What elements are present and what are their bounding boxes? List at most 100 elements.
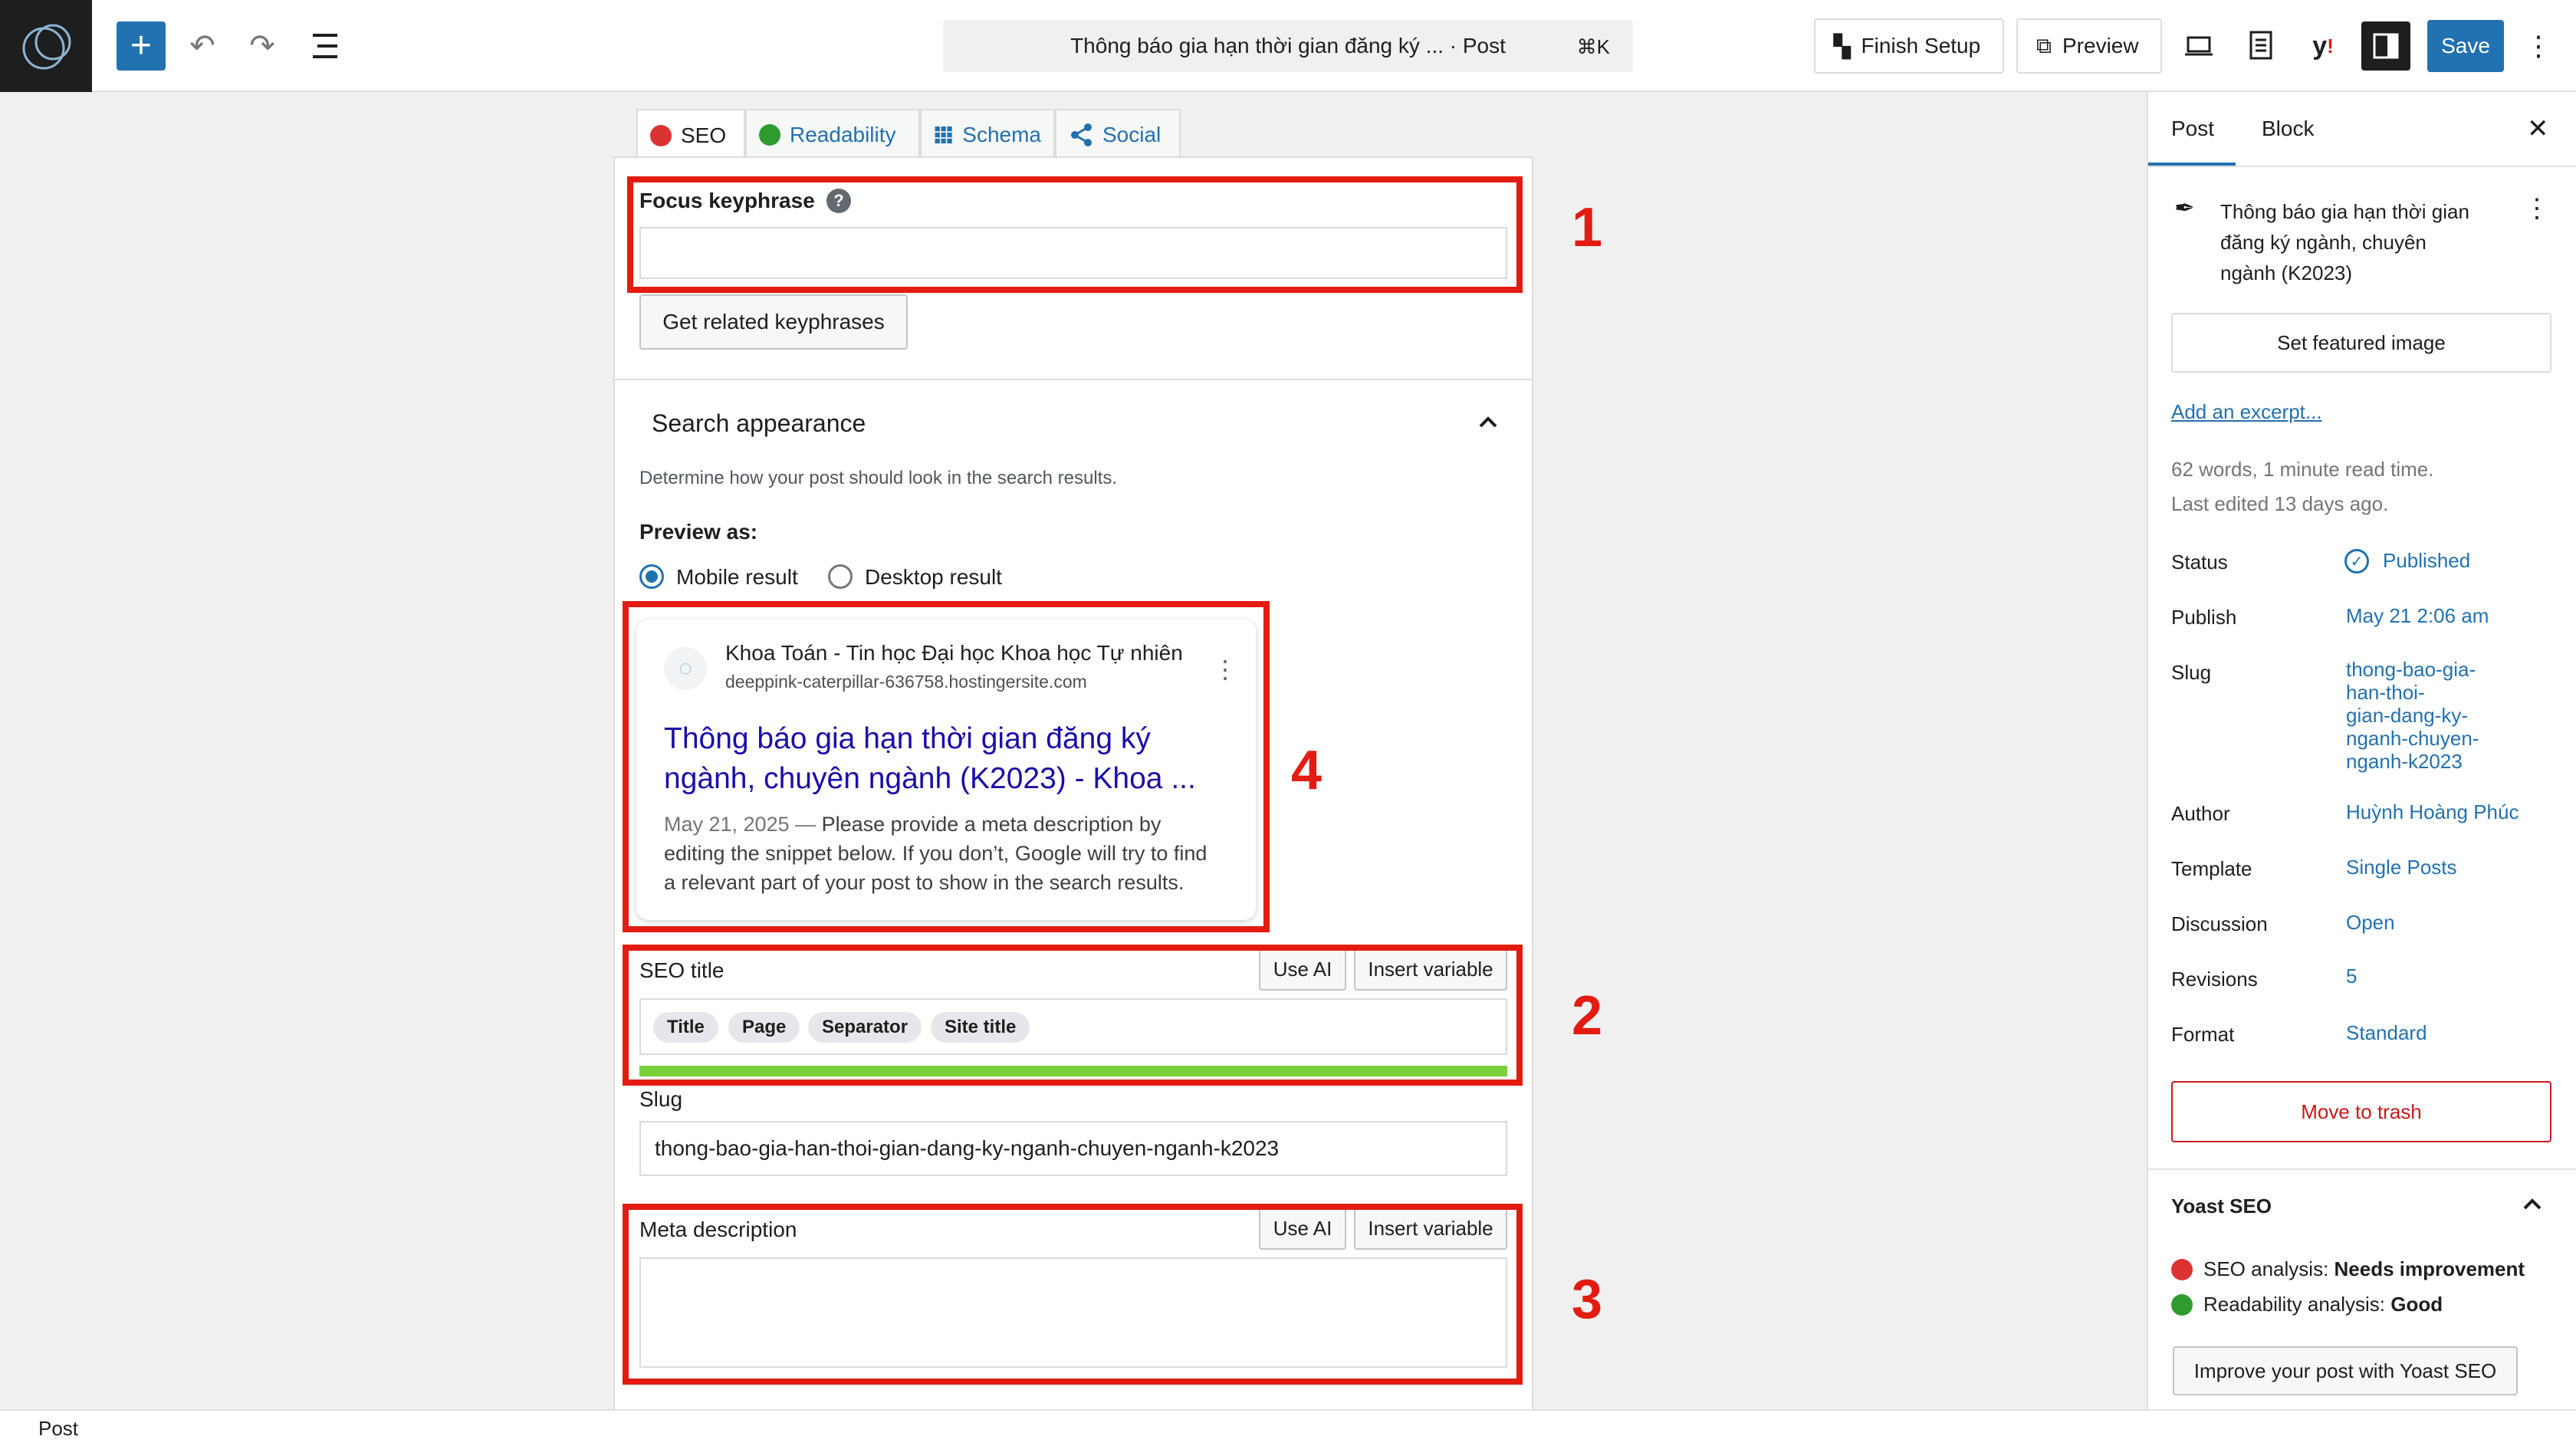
add-block-button[interactable]: + bbox=[117, 21, 166, 71]
annotation-number-2: 2 bbox=[1572, 985, 1603, 1047]
author-label: Author bbox=[2171, 802, 2230, 825]
annotation-number-4: 4 bbox=[1291, 740, 1322, 801]
publish-label: Publish bbox=[2171, 606, 2237, 629]
settings-sidebar-icon[interactable] bbox=[2361, 21, 2410, 71]
published-check-icon: ✓ bbox=[2344, 549, 2369, 573]
last-edited: Last edited 13 days ago. bbox=[2171, 492, 2389, 515]
close-icon[interactable]: ✕ bbox=[2527, 113, 2549, 144]
sidebar-tab-block[interactable]: Block bbox=[2262, 117, 2314, 141]
site-logo[interactable] bbox=[0, 0, 92, 92]
slug-line: han-thoi- bbox=[2346, 681, 2425, 704]
sidebar-divider bbox=[2147, 1168, 2576, 1170]
format-label: Format bbox=[2171, 1023, 2235, 1046]
post-title-line-2: đăng ký ngành, chuyên bbox=[2220, 231, 2426, 254]
readability-analysis-status: Readability analysis: Good bbox=[2203, 1293, 2443, 1316]
shortcut-hint: ⌘K bbox=[1576, 35, 1610, 58]
publish-value[interactable]: May 21 2:06 am bbox=[2346, 604, 2489, 627]
chevron-up-icon[interactable] bbox=[1477, 411, 1500, 434]
discussion-label: Discussion bbox=[2171, 912, 2268, 935]
post-actions-icon[interactable]: ⋮ bbox=[2524, 193, 2550, 224]
post-title-summary: Thông báo gia hạn thời gian đăng ký ngàn… bbox=[2220, 196, 2469, 288]
slug-line: gian-dang-ky- bbox=[2346, 704, 2468, 727]
external-link-icon: ⧉ bbox=[2036, 33, 2052, 58]
tab-social-label: Social bbox=[1102, 123, 1162, 146]
grid-icon bbox=[935, 126, 952, 144]
slug-input[interactable]: thong-bao-gia-han-thoi-gian-dang-ky-ngan… bbox=[639, 1121, 1507, 1176]
set-featured-image-button[interactable]: Set featured image bbox=[2171, 313, 2551, 373]
command-palette[interactable]: Thông báo gia hạn thời gian đăng ký ... … bbox=[943, 20, 1633, 72]
seo-analysis-value: Needs improvement bbox=[2334, 1257, 2525, 1280]
slug-line: nganh-chuyen- bbox=[2346, 727, 2479, 750]
annotation-number-3: 3 bbox=[1572, 1269, 1603, 1330]
editor-statusbar: Post bbox=[0, 1409, 2576, 1446]
smile-face-icon bbox=[759, 124, 780, 146]
search-appearance-heading[interactable]: Search appearance bbox=[652, 409, 866, 438]
desktop-result-radio[interactable] bbox=[828, 564, 853, 589]
tab-readability[interactable]: Readability bbox=[745, 109, 920, 159]
seo-analysis-label: SEO analysis: bbox=[2203, 1257, 2334, 1280]
move-to-trash-button[interactable]: Move to trash bbox=[2171, 1081, 2551, 1142]
annotation-box-2 bbox=[623, 945, 1523, 1086]
template-value[interactable]: Single Posts bbox=[2346, 856, 2457, 879]
divider bbox=[613, 379, 1533, 380]
post-title-line-1: Thông báo gia hạn thời gian bbox=[2220, 200, 2469, 223]
chevron-up-icon[interactable] bbox=[2521, 1193, 2544, 1216]
preview-as-label: Preview as: bbox=[639, 520, 758, 544]
author-value[interactable]: Huỳnh Hoàng Phúc bbox=[2346, 800, 2518, 823]
post-title-line-3: ngành (K2023) bbox=[2220, 261, 2353, 284]
yoast-panel-title[interactable]: Yoast SEO bbox=[2171, 1195, 2272, 1218]
tab-schema[interactable]: Schema bbox=[920, 109, 1055, 159]
sidebar-divider bbox=[2147, 166, 2576, 167]
discussion-value[interactable]: Open bbox=[2346, 911, 2395, 934]
slug-sidebar-value[interactable]: thong-bao-gia- han-thoi- gian-dang-ky- n… bbox=[2346, 658, 2479, 773]
breadcrumb-post[interactable]: Post bbox=[38, 1417, 78, 1441]
preview-label: Preview bbox=[2062, 34, 2139, 58]
finish-setup-button[interactable]: ▚ Finish Setup bbox=[1814, 18, 2004, 74]
radio-selected-dot bbox=[646, 570, 658, 583]
search-appearance-description: Determine how your post should look in t… bbox=[639, 468, 1117, 488]
slug-label: Slug bbox=[639, 1087, 683, 1111]
yoast-icon[interactable]: y! bbox=[2300, 26, 2346, 66]
tab-seo-label: SEO bbox=[681, 123, 727, 147]
share-icon bbox=[1071, 123, 1092, 146]
annotation-box-4 bbox=[623, 601, 1270, 932]
smile-face-icon bbox=[2171, 1294, 2193, 1316]
format-value[interactable]: Standard bbox=[2346, 1021, 2427, 1044]
annotation-box-1 bbox=[627, 176, 1523, 293]
mobile-result-radio[interactable] bbox=[639, 564, 664, 589]
sidebar-tab-post[interactable]: Post bbox=[2171, 117, 2214, 141]
slug-line: nganh-k2023 bbox=[2346, 750, 2463, 773]
revisions-label: Revisions bbox=[2171, 968, 2258, 991]
status-value[interactable]: Published bbox=[2383, 549, 2470, 572]
tab-schema-label: Schema bbox=[962, 123, 1041, 146]
template-label: Template bbox=[2171, 857, 2252, 880]
tab-social[interactable]: Social bbox=[1055, 109, 1181, 159]
annotation-box-3 bbox=[623, 1204, 1523, 1385]
readability-analysis-value: Good bbox=[2390, 1293, 2443, 1316]
slug-sidebar-label: Slug bbox=[2171, 661, 2212, 684]
save-button[interactable]: Save bbox=[2427, 20, 2504, 72]
tab-seo[interactable]: SEO bbox=[636, 109, 745, 161]
status-label: Status bbox=[2171, 550, 2228, 573]
add-excerpt-link[interactable]: Add an excerpt... bbox=[2171, 400, 2322, 424]
preview-button[interactable]: ⧉ Preview bbox=[2016, 18, 2162, 74]
setup-icon: ▚ bbox=[1834, 34, 1851, 58]
readability-analysis-label: Readability analysis: bbox=[2203, 1293, 2391, 1316]
undo-icon[interactable]: ↶ bbox=[182, 26, 222, 66]
improve-post-button[interactable]: Improve your post with Yoast SEO bbox=[2173, 1346, 2518, 1395]
desktop-result-label: Desktop result bbox=[865, 565, 1002, 589]
get-related-keyphrases-button[interactable]: Get related keyphrases bbox=[639, 294, 908, 350]
document-overview-icon[interactable] bbox=[310, 32, 340, 60]
seo-analysis-status: SEO analysis: Needs improvement bbox=[2203, 1257, 2525, 1281]
revisions-value[interactable]: 5 bbox=[2346, 965, 2357, 988]
command-title: Thông báo gia hạn thời gian đăng ký ... … bbox=[1070, 34, 1506, 58]
redo-icon[interactable]: ↷ bbox=[242, 26, 282, 66]
tab-readability-label: Readability bbox=[790, 123, 896, 146]
options-menu-icon[interactable]: ⋮ bbox=[2525, 26, 2552, 66]
sad-face-icon bbox=[650, 125, 672, 146]
word-count: 62 words, 1 minute read time. bbox=[2171, 458, 2434, 481]
mobile-result-label: Mobile result bbox=[676, 565, 798, 589]
device-preview-icon[interactable] bbox=[2179, 28, 2219, 64]
document-icon[interactable] bbox=[2242, 26, 2282, 66]
sad-face-icon bbox=[2171, 1259, 2193, 1280]
